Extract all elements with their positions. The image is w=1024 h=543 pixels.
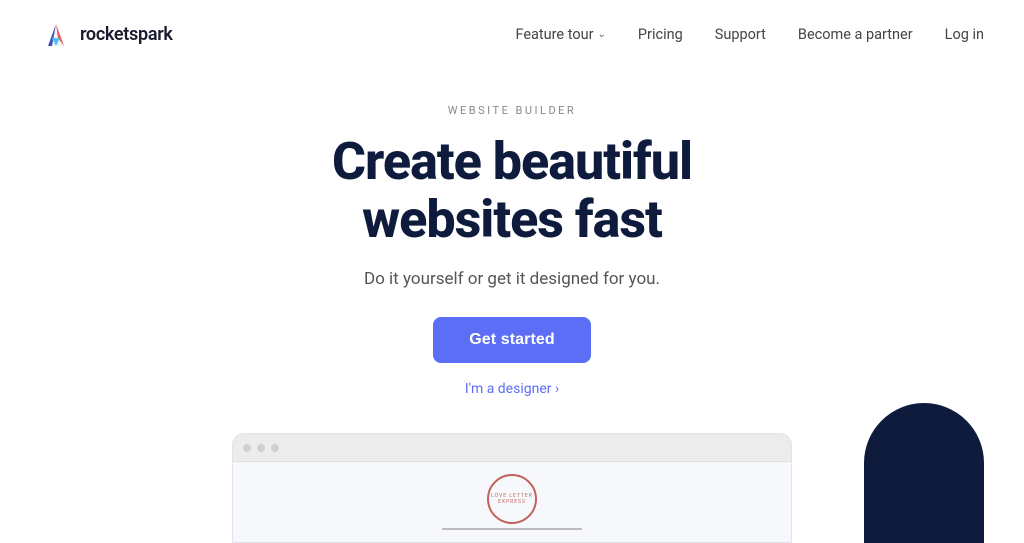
nav-support[interactable]: Support — [715, 26, 766, 43]
browser-dot-3 — [271, 444, 279, 452]
navbar: rocketspark Feature tour ⌄ Pricing Suppo… — [0, 0, 1024, 68]
logo[interactable]: rocketspark — [40, 18, 173, 50]
browser-content: Love Letter Express — [233, 462, 791, 542]
nav-pricing[interactable]: Pricing — [638, 26, 683, 43]
browser-top-bar — [233, 434, 791, 462]
logo-icon — [40, 18, 72, 50]
browser-dot-2 — [257, 444, 265, 452]
hero-eyebrow: WEBSITE BUILDER — [448, 104, 576, 117]
hero-subtitle: Do it yourself or get it designed for yo… — [364, 269, 660, 289]
preview-container: Love Letter Express — [0, 433, 1024, 543]
nav-partner[interactable]: Become a partner — [798, 26, 913, 43]
designer-link[interactable]: I'm a designer › — [465, 381, 559, 397]
nav-links: Feature tour ⌄ Pricing Support Become a … — [515, 26, 984, 43]
hero-section: WEBSITE BUILDER Create beautiful website… — [0, 68, 1024, 543]
logo-text: rocketspark — [80, 24, 173, 45]
navy-shape-decoration — [864, 403, 984, 543]
stamp-circle: Love Letter Express — [487, 474, 537, 524]
get-started-button[interactable]: Get started — [433, 317, 591, 363]
nav-login[interactable]: Log in — [945, 26, 984, 43]
hero-title: Create beautiful websites fast — [332, 133, 692, 249]
signature-line — [442, 528, 582, 530]
chevron-down-icon: ⌄ — [598, 29, 606, 40]
browser-mockup: Love Letter Express — [232, 433, 792, 543]
nav-feature-tour[interactable]: Feature tour ⌄ — [515, 26, 605, 43]
browser-dot-1 — [243, 444, 251, 452]
